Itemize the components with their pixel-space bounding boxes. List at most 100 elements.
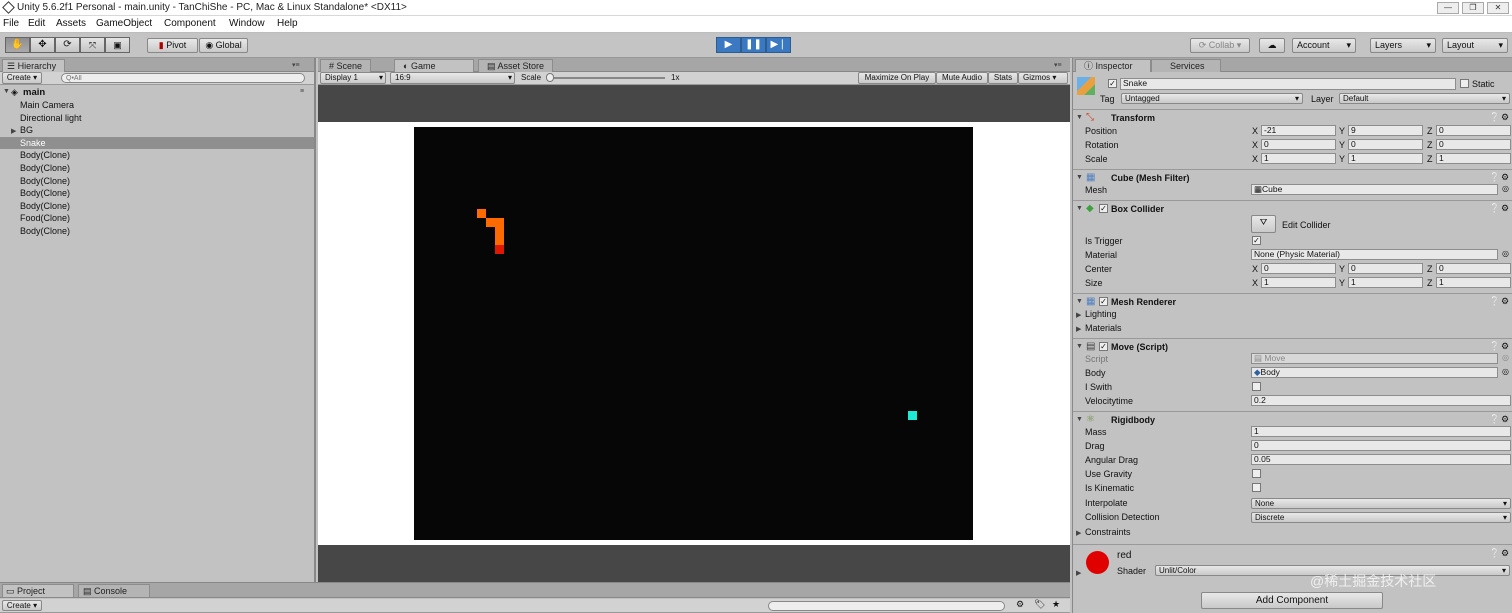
scene-expand-icon[interactable]: ▼ [3,88,10,95]
gear-icon[interactable]: ⚙ [1501,341,1509,352]
tab-game[interactable]: ◐ Game [394,59,474,72]
step-button[interactable]: ▶❘ [766,37,791,53]
help-icon[interactable]: ❔ [1489,203,1500,214]
rotate-tool-icon[interactable]: ⟳ [55,37,80,53]
menu-gameobject[interactable]: GameObject [96,18,152,29]
rigidbody-header[interactable]: ▼ ⚛ Rigidbody ❔ ⚙ [1073,411,1512,427]
expand-icon[interactable]: ▼ [1076,174,1083,181]
size-z-field[interactable]: 1 [1436,277,1511,288]
hierarchy-item-food-clone[interactable]: Food(Clone) [0,212,314,225]
filter-type-icon[interactable]: ⚙ [1016,599,1024,610]
help-icon[interactable]: ❔ [1489,112,1500,123]
mass-field[interactable]: 1 [1251,426,1511,437]
gear-icon[interactable]: ⚙ [1501,203,1509,214]
layers-dropdown[interactable]: Layers ▾ [1370,38,1436,53]
pause-button[interactable]: ❚❚ [741,37,766,53]
layout-dropdown[interactable]: Layout ▾ [1442,38,1508,53]
expand-icon[interactable]: ▼ [1076,416,1083,423]
is-trigger-checkbox[interactable]: ✓ [1252,236,1261,245]
menu-component[interactable]: Component [164,18,216,29]
hierarchy-item-main-camera[interactable]: Main Camera [0,99,314,112]
tab-console[interactable]: ▤ Console [78,584,150,597]
hierarchy-item-body-clone[interactable]: Body(Clone) [0,149,314,162]
rect-tool-icon[interactable]: ▣ [105,37,130,53]
mesh-renderer-enabled-checkbox[interactable]: ✓ [1099,297,1108,306]
hand-tool-icon[interactable]: ✋ [5,37,30,53]
iswith-checkbox[interactable] [1252,382,1261,391]
gizmos-dropdown[interactable]: Gizmos ▾ [1018,72,1068,84]
move-script-enabled-checkbox[interactable]: ✓ [1099,342,1108,351]
materials-foldout[interactable]: Materials [1085,323,1122,333]
collab-dropdown[interactable]: ⟳ Collab ▾ [1190,38,1250,53]
material-expand-icon[interactable]: ▶ [1076,569,1081,577]
gear-icon[interactable]: ⚙ [1501,172,1509,183]
expand-icon[interactable]: ▼ [1076,343,1083,350]
drag-field[interactable]: 0 [1251,440,1511,451]
scale-y-field[interactable]: 1 [1348,153,1423,164]
mute-audio-toggle[interactable]: Mute Audio [936,72,988,84]
hierarchy-item-snake[interactable]: Snake [0,136,314,150]
tab-project[interactable]: ▭ Project [2,584,74,597]
object-name-field[interactable]: Snake [1120,78,1456,90]
pivot-toggle[interactable]: ▮ Pivot [147,38,198,53]
filter-label-icon[interactable]: 🏷 [1034,599,1045,610]
help-icon[interactable]: ❔ [1489,414,1500,425]
constraints-expand-icon[interactable]: ▶ [1076,529,1081,537]
physic-material-field[interactable]: None (Physic Material) [1251,249,1498,260]
use-gravity-checkbox[interactable] [1252,469,1261,478]
hierarchy-item-body-clone[interactable]: Body(Clone) [0,175,314,188]
rotation-z-field[interactable]: 0 [1436,139,1511,150]
scale-slider-handle[interactable] [546,73,554,82]
maximize-on-play-toggle[interactable]: Maximize On Play [858,72,936,84]
size-y-field[interactable]: 1 [1348,277,1423,288]
help-icon[interactable]: ❔ [1489,172,1500,183]
angular-drag-field[interactable]: 0.05 [1251,454,1511,465]
hierarchy-search-input[interactable] [61,73,305,83]
object-picker-icon[interactable]: ◎ [1502,367,1509,376]
help-icon[interactable]: ❔ [1489,548,1500,559]
project-create-button[interactable]: Create ▾ [2,600,42,611]
tab-services[interactable]: Services [1151,59,1221,72]
hierarchy-item-body-clone[interactable]: Body(Clone) [0,162,314,175]
object-picker-icon[interactable]: ◎ [1502,184,1509,193]
mesh-field[interactable]: ▦Cube [1251,184,1498,195]
constraints-foldout[interactable]: Constraints [1085,527,1131,537]
menu-window[interactable]: Window [229,18,265,29]
panel-menu-icon[interactable]: ▾≡ [292,61,300,69]
display-dropdown[interactable]: Display 1 ▾ [320,72,386,84]
center-z-field[interactable]: 0 [1436,263,1511,274]
gear-icon[interactable]: ⚙ [1501,112,1509,123]
position-z-field[interactable]: 0 [1436,125,1511,136]
velocitytime-field[interactable]: 0.2 [1251,395,1511,406]
layer-dropdown[interactable]: Default ▾ [1339,93,1510,104]
minimize-button[interactable]: — [1437,2,1459,14]
move-tool-icon[interactable]: ✥ [30,37,55,53]
cloud-button[interactable]: ☁ [1259,38,1285,53]
hierarchy-item-bg[interactable]: ▶ BG [0,124,314,137]
center-panel-menu-icon[interactable]: ▾≡ [1054,61,1062,69]
add-component-button[interactable]: Add Component [1201,592,1383,609]
object-picker-icon[interactable]: ◎ [1502,249,1509,258]
tab-hierarchy[interactable]: ☰ Hierarchy [2,59,66,72]
move-script-header[interactable]: ▼ ▤ ✓ Move (Script) ❔ ⚙ [1073,338,1512,354]
project-search-input[interactable] [768,601,1005,611]
expand-icon[interactable]: ▼ [1076,298,1083,305]
gear-icon[interactable]: ⚙ [1501,296,1509,307]
scale-slider[interactable] [547,77,665,79]
rotation-x-field[interactable]: 0 [1261,139,1336,150]
hierarchy-item-body-clone[interactable]: Body(Clone) [0,187,314,200]
center-y-field[interactable]: 0 [1348,263,1423,274]
scale-z-field[interactable]: 1 [1436,153,1511,164]
is-kinematic-checkbox[interactable] [1252,483,1261,492]
lighting-expand-icon[interactable]: ▶ [1076,311,1081,319]
maximize-button[interactable]: ❐ [1462,2,1484,14]
lighting-foldout[interactable]: Lighting [1085,309,1117,319]
position-y-field[interactable]: 9 [1348,125,1423,136]
gear-icon[interactable]: ⚙ [1501,414,1509,425]
aspect-dropdown[interactable]: 16:9 ▾ [390,72,515,84]
body-field[interactable]: ◆Body [1251,367,1498,378]
size-x-field[interactable]: 1 [1261,277,1336,288]
static-checkbox[interactable] [1460,79,1469,88]
global-toggle[interactable]: ◉ Global [199,38,248,53]
play-button[interactable]: ▶ [716,37,741,53]
